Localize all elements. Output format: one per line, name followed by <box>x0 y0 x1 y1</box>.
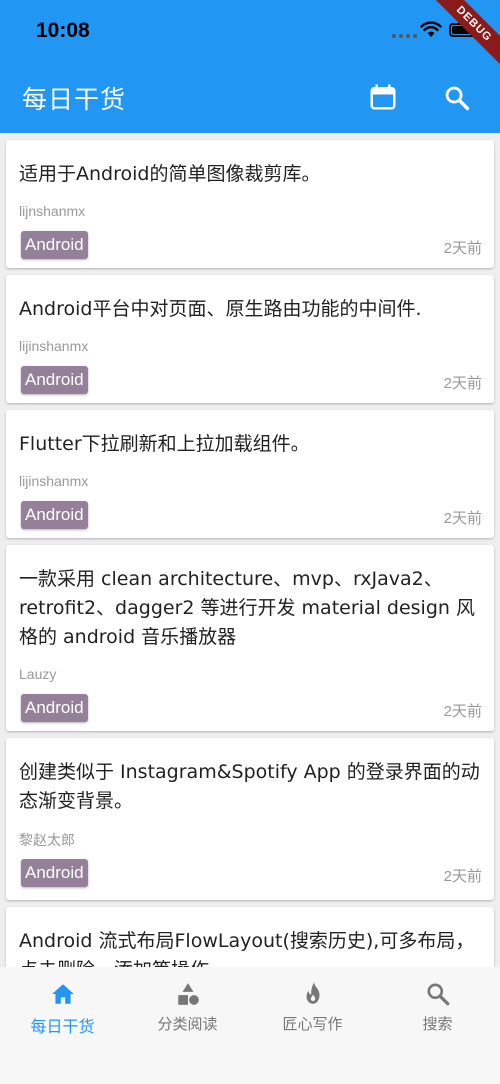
bottom-navigation: 每日干货 分类阅读 匠心写作 搜索 <box>0 967 500 1084</box>
article-card[interactable]: Android平台中对页面、原生路由功能的中间件. lijinshanmx An… <box>6 275 494 403</box>
article-card[interactable]: Android 流式布局FlowLayout(搜索历史),可多布局，点击删除，添… <box>6 907 494 967</box>
article-author: lijinshanmx <box>19 338 89 354</box>
wifi-icon <box>420 21 442 37</box>
article-time: 2天前 <box>443 375 482 392</box>
article-time: 2天前 <box>443 868 482 885</box>
article-author: Lauzy <box>19 666 57 682</box>
article-time: 2天前 <box>443 510 482 527</box>
search-icon <box>426 983 449 1006</box>
article-author: lijnshanmx <box>19 203 86 219</box>
article-tag[interactable]: Android <box>21 501 88 529</box>
article-time: 2天前 <box>443 240 482 257</box>
search-icon[interactable] <box>443 84 471 112</box>
calendar-icon[interactable] <box>368 82 398 112</box>
app-bar: 10:08 DEBUG 每日干货 <box>0 0 500 133</box>
nav-item-daily[interactable]: 每日干货 <box>0 981 125 1037</box>
article-tag[interactable]: Android <box>21 859 88 887</box>
article-tag[interactable]: Android <box>21 366 88 394</box>
nav-item-writing[interactable]: 匠心写作 <box>250 981 375 1034</box>
nav-label: 分类阅读 <box>157 1015 218 1033</box>
article-author: lijinshanmx <box>19 473 89 489</box>
category-icon <box>177 983 199 1005</box>
status-bar: 10:08 <box>0 0 500 60</box>
article-tag[interactable]: Android <box>21 231 88 259</box>
nav-item-category[interactable]: 分类阅读 <box>125 981 250 1034</box>
nav-label: 搜索 <box>422 1015 453 1033</box>
article-list[interactable]: 适用于Android的简单图像裁剪库。 lijnshanmx Android 2… <box>0 133 500 967</box>
article-title: Android 流式布局FlowLayout(搜索历史),可多布局，点击删除，添… <box>19 930 475 967</box>
home-icon <box>51 984 74 1004</box>
article-title: 创建类似于 Instagram&Spotify App 的登录界面的动态渐变背景… <box>19 761 480 812</box>
page-title: 每日干货 <box>22 85 127 114</box>
article-title: 适用于Android的简单图像裁剪库。 <box>19 163 321 185</box>
cellular-signal-icon <box>392 34 417 38</box>
article-card[interactable]: Flutter下拉刷新和上拉加载组件。 lijinshanmx Android … <box>6 410 494 538</box>
article-card[interactable]: 一款采用 clean architecture、mvp、rxJava2、retr… <box>6 545 494 731</box>
article-card[interactable]: 适用于Android的简单图像裁剪库。 lijnshanmx Android 2… <box>6 140 494 268</box>
nav-item-search[interactable]: 搜索 <box>375 981 500 1034</box>
status-time: 10:08 <box>36 19 90 42</box>
article-title: Android平台中对页面、原生路由功能的中间件. <box>19 298 422 320</box>
article-card[interactable]: 创建类似于 Instagram&Spotify App 的登录界面的动态渐变背景… <box>6 738 494 900</box>
article-author: 黎赵太郎 <box>19 832 75 848</box>
article-tag[interactable]: Android <box>21 694 88 722</box>
fire-icon <box>306 982 319 1004</box>
nav-label: 匠心写作 <box>282 1015 343 1033</box>
article-title: Flutter下拉刷新和上拉加载组件。 <box>19 433 310 455</box>
article-time: 2天前 <box>443 703 482 720</box>
article-title: 一款采用 clean architecture、mvp、rxJava2、retr… <box>19 568 475 648</box>
nav-label: 每日干货 <box>30 1017 95 1036</box>
